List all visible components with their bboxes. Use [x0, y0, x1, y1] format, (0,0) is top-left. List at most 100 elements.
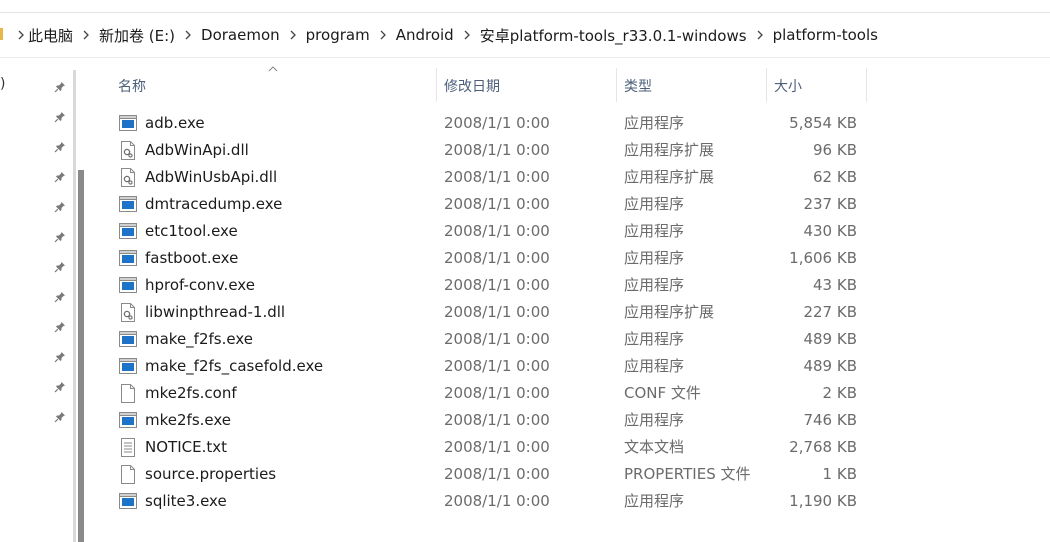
- file-row[interactable]: hprof-conv.exe 2008/1/1 0:00 应用程序 43 KB: [0, 272, 1050, 299]
- column-divider[interactable]: [436, 68, 437, 102]
- file-type: 应用程序: [624, 249, 685, 267]
- column-divider[interactable]: [616, 68, 617, 102]
- file-name[interactable]: etc1tool.exe: [145, 218, 238, 245]
- file-name[interactable]: sqlite3.exe: [145, 488, 227, 515]
- file-row[interactable]: etc1tool.exe 2008/1/1 0:00 应用程序 430 KB: [0, 218, 1050, 245]
- file-row[interactable]: fastboot.exe 2008/1/1 0:00 应用程序 1,606 KB: [0, 245, 1050, 272]
- column-header-size[interactable]: 大小: [774, 58, 802, 114]
- breadcrumb-item-this-pc[interactable]: 此电脑: [28, 25, 73, 46]
- file-date: 2008/1/1 0:00: [444, 465, 550, 483]
- file-type: PROPERTIES 文件: [624, 465, 751, 483]
- file-type: 应用程序: [624, 357, 685, 375]
- nav-item-label[interactable]: ): [0, 76, 5, 92]
- file-name[interactable]: mke2fs.exe: [145, 407, 231, 434]
- chevron-right-icon[interactable]: [747, 28, 773, 43]
- breadcrumb: 此电脑 新加卷 (E:) Doraemon program Android 安卓…: [14, 13, 878, 57]
- exe-icon: [119, 411, 137, 430]
- file-row[interactable]: NOTICE.txt 2008/1/1 0:00 文本文档 2,768 KB: [0, 434, 1050, 461]
- file-size: 430 KB: [803, 222, 857, 240]
- text-file-icon: [119, 438, 137, 457]
- file-name[interactable]: make_f2fs.exe: [145, 326, 253, 353]
- pin-icon[interactable]: [54, 78, 66, 93]
- file-name[interactable]: fastboot.exe: [145, 245, 238, 272]
- exe-icon: [119, 114, 137, 133]
- file-size: 2 KB: [822, 384, 857, 402]
- exe-icon: [119, 330, 137, 349]
- file-date: 2008/1/1 0:00: [444, 384, 550, 402]
- file-size: 237 KB: [803, 195, 857, 213]
- file-row[interactable]: make_f2fs_casefold.exe 2008/1/1 0:00 应用程序 4…: [0, 353, 1050, 380]
- chevron-right-icon[interactable]: [73, 28, 99, 43]
- file-type: 应用程序: [624, 492, 685, 510]
- column-header-type[interactable]: 类型: [624, 58, 652, 114]
- file-row[interactable]: AdbWinUsbApi.dll 2008/1/1 0:00 应用程序扩展 62 KB: [0, 164, 1050, 191]
- file-size: 227 KB: [803, 303, 857, 321]
- file-type: CONF 文件: [624, 384, 701, 402]
- file-name[interactable]: mke2fs.conf: [145, 380, 237, 407]
- file-date: 2008/1/1 0:00: [444, 195, 550, 213]
- chevron-right-icon[interactable]: [14, 28, 28, 43]
- file-type: 应用程序扩展: [624, 168, 715, 186]
- file-size: 489 KB: [803, 357, 857, 375]
- file-row[interactable]: libwinpthread-1.dll 2008/1/1 0:00 应用程序扩展 22…: [0, 299, 1050, 326]
- file-date: 2008/1/1 0:00: [444, 330, 550, 348]
- folder-icon: [0, 28, 3, 40]
- file-row[interactable]: source.properties 2008/1/1 0:00 PROPERTIES…: [0, 461, 1050, 488]
- dll-icon: [119, 168, 137, 187]
- column-divider[interactable]: [866, 68, 867, 102]
- file-explorer-window: 此电脑 新加卷 (E:) Doraemon program Android 安卓…: [0, 0, 1050, 542]
- file-name[interactable]: dmtracedump.exe: [145, 191, 282, 218]
- breadcrumb-item-drive[interactable]: 新加卷 (E:): [99, 25, 175, 46]
- file-type: 应用程序: [624, 195, 685, 213]
- file-date: 2008/1/1 0:00: [444, 114, 550, 132]
- breadcrumb-item-platform-tools-package[interactable]: 安卓platform-tools_r33.0.1-windows: [480, 25, 747, 46]
- file-row[interactable]: mke2fs.conf 2008/1/1 0:00 CONF 文件 2 KB: [0, 380, 1050, 407]
- file-name[interactable]: AdbWinUsbApi.dll: [145, 164, 277, 191]
- file-row[interactable]: sqlite3.exe 2008/1/1 0:00 应用程序 1,190 KB: [0, 488, 1050, 515]
- file-date: 2008/1/1 0:00: [444, 492, 550, 510]
- file-type: 应用程序: [624, 411, 685, 429]
- breadcrumb-item-platform-tools[interactable]: platform-tools: [773, 26, 878, 44]
- file-type: 应用程序: [624, 222, 685, 240]
- file-row[interactable]: AdbWinApi.dll 2008/1/1 0:00 应用程序扩展 96 KB: [0, 137, 1050, 164]
- file-row[interactable]: dmtracedump.exe 2008/1/1 0:00 应用程序 237 KB: [0, 191, 1050, 218]
- file-name[interactable]: adb.exe: [145, 110, 205, 137]
- exe-icon: [119, 357, 137, 376]
- file-size: 43 KB: [813, 276, 857, 294]
- file-date: 2008/1/1 0:00: [444, 168, 550, 186]
- file-name[interactable]: AdbWinApi.dll: [145, 137, 249, 164]
- file-size: 1 KB: [822, 465, 857, 483]
- file-date: 2008/1/1 0:00: [444, 411, 550, 429]
- exe-icon: [119, 276, 137, 295]
- file-date: 2008/1/1 0:00: [444, 357, 550, 375]
- file-name[interactable]: source.properties: [145, 461, 276, 488]
- file-type: 文本文档: [624, 438, 685, 456]
- file-name[interactable]: make_f2fs_casefold.exe: [145, 353, 323, 380]
- file-row[interactable]: mke2fs.exe 2008/1/1 0:00 应用程序 746 KB: [0, 407, 1050, 434]
- file-name[interactable]: hprof-conv.exe: [145, 272, 255, 299]
- file-name[interactable]: NOTICE.txt: [145, 434, 227, 461]
- chevron-right-icon[interactable]: [280, 28, 306, 43]
- file-date: 2008/1/1 0:00: [444, 222, 550, 240]
- file-size: 1,190 KB: [789, 492, 857, 510]
- dll-icon: [119, 141, 137, 160]
- column-header-date[interactable]: 修改日期: [444, 58, 500, 114]
- file-type: 应用程序: [624, 114, 685, 132]
- column-header-name[interactable]: 名称: [118, 58, 146, 114]
- exe-icon: [119, 249, 137, 268]
- column-divider[interactable]: [766, 68, 767, 102]
- breadcrumb-item-program[interactable]: program: [306, 26, 370, 44]
- address-bar[interactable]: 此电脑 新加卷 (E:) Doraemon program Android 安卓…: [0, 13, 1050, 58]
- exe-icon: [119, 492, 137, 511]
- dll-icon: [119, 303, 137, 322]
- file-row[interactable]: make_f2fs.exe 2008/1/1 0:00 应用程序 489 KB: [0, 326, 1050, 353]
- file-date: 2008/1/1 0:00: [444, 303, 550, 321]
- file-name[interactable]: libwinpthread-1.dll: [145, 299, 285, 326]
- file-size: 1,606 KB: [789, 249, 857, 267]
- breadcrumb-item-android[interactable]: Android: [396, 26, 454, 44]
- chevron-right-icon[interactable]: [454, 28, 480, 43]
- breadcrumb-item-doraemon[interactable]: Doraemon: [201, 26, 280, 44]
- chevron-right-icon[interactable]: [175, 28, 201, 43]
- file-row[interactable]: adb.exe 2008/1/1 0:00 应用程序 5,854 KB: [0, 110, 1050, 137]
- chevron-right-icon[interactable]: [370, 28, 396, 43]
